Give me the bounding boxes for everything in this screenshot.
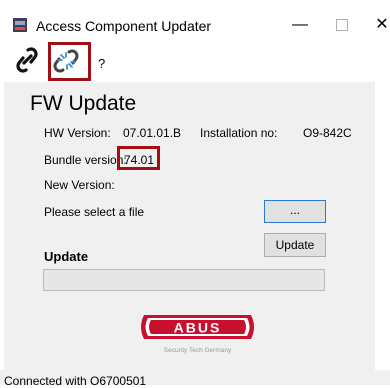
new-version-label: New Version:	[44, 178, 115, 192]
svg-text:ABUS: ABUS	[174, 320, 222, 336]
hw-version-value: 07.01.01.B	[123, 126, 182, 140]
hw-version-label: HW Version:	[44, 126, 111, 140]
maximize-icon[interactable]	[327, 14, 357, 36]
help-icon[interactable]: ?	[98, 56, 105, 71]
update-progress-bar	[43, 269, 325, 291]
close-icon[interactable]: ✕	[367, 14, 390, 36]
update-button[interactable]: Update	[264, 233, 326, 257]
disconnect-highlight	[48, 42, 91, 81]
select-file-label: Please select a file	[44, 205, 145, 219]
link-icon[interactable]	[14, 45, 40, 75]
app-icon	[13, 18, 27, 32]
svg-text:Security Tech Germany: Security Tech Germany	[164, 347, 232, 354]
status-text: Connected with O6700501	[4, 374, 147, 388]
browse-button[interactable]: ...	[264, 200, 326, 223]
window-title: Access Component Updater	[36, 18, 212, 34]
installation-label: Installation no:	[200, 126, 278, 140]
update-section-label: Update	[44, 249, 89, 264]
minimize-icon[interactable]: —	[285, 14, 315, 36]
bundle-version-label: Bundle version:	[44, 153, 127, 167]
installation-value: O9-842C	[303, 126, 352, 140]
bundle-version-highlight	[117, 146, 160, 170]
abus-logo: ABUS Security Tech Germany	[141, 315, 254, 354]
page-title: FW Update	[30, 92, 137, 115]
